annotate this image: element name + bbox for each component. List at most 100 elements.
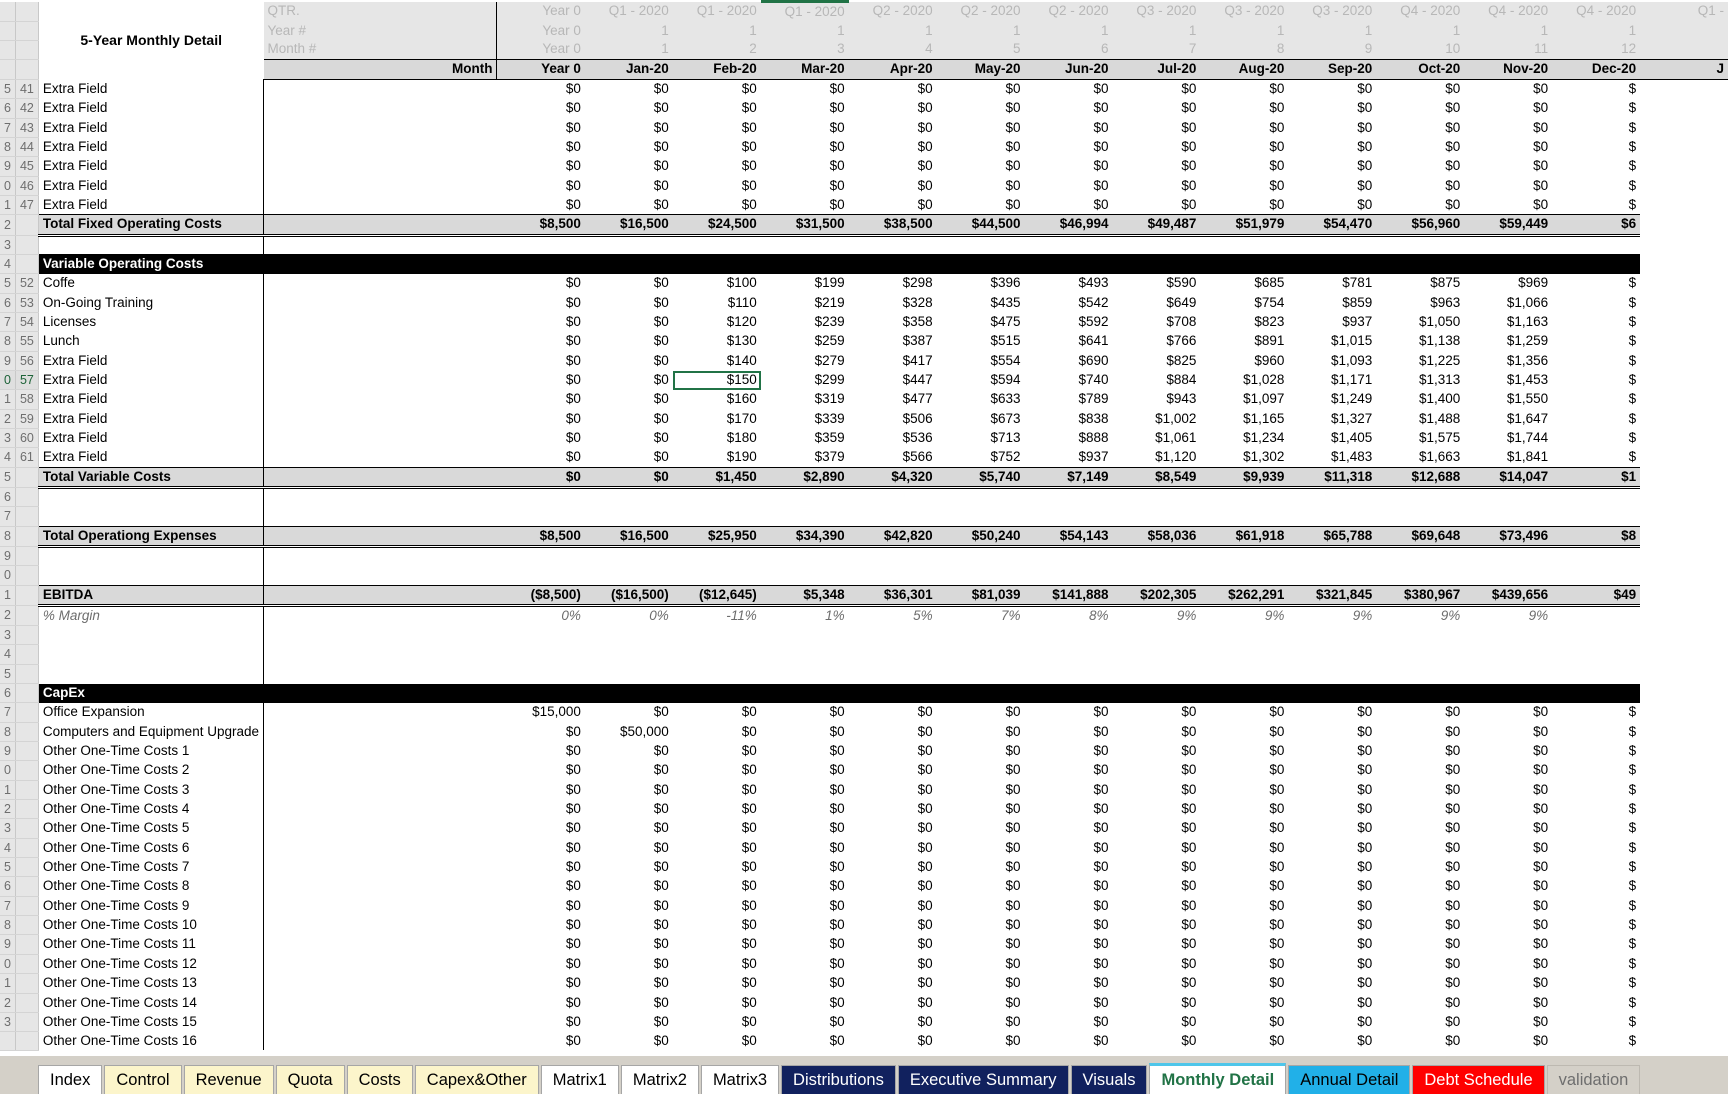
data-cell[interactable] <box>264 935 497 954</box>
data-cell[interactable]: $1,356 <box>1464 351 1552 370</box>
column-header-11[interactable]: Nov-20 <box>1464 58 1553 80</box>
data-cell[interactable]: $ <box>1552 761 1640 780</box>
total-value[interactable]: $44,500 <box>936 214 1025 237</box>
data-cell[interactable]: $0 <box>497 312 585 331</box>
total-value[interactable]: $14,047 <box>1464 466 1553 490</box>
row-gutter-a[interactable]: 8 <box>0 915 16 936</box>
data-cell[interactable]: $0 <box>585 1012 673 1031</box>
data-cell[interactable]: $0 <box>1464 722 1552 741</box>
data-cell[interactable]: $0 <box>1113 819 1201 838</box>
data-cell[interactable]: $1,453 <box>1464 371 1552 390</box>
data-cell[interactable]: $0 <box>497 99 585 118</box>
spacer-cell[interactable] <box>1376 645 1464 664</box>
data-cell[interactable] <box>264 99 497 118</box>
data-cell[interactable]: $0 <box>497 896 585 915</box>
data-cell[interactable]: $0 <box>673 780 761 799</box>
spacer-cell[interactable] <box>264 547 497 566</box>
data-cell[interactable]: $0 <box>1464 800 1552 819</box>
row-gutter-a[interactable]: 8 <box>0 526 16 548</box>
row-gutter-b[interactable]: 60 <box>15 428 39 449</box>
row-label[interactable]: Extra Field <box>38 409 265 429</box>
column-header-6[interactable]: Jun-20 <box>1024 58 1113 80</box>
row-label[interactable]: Extra Field <box>38 176 265 196</box>
spacer-cell[interactable] <box>673 664 761 683</box>
data-cell[interactable]: $50,000 <box>585 722 673 741</box>
data-cell[interactable]: $0 <box>849 176 937 195</box>
data-cell[interactable]: $0 <box>1113 838 1201 857</box>
data-cell[interactable]: $0 <box>585 703 673 722</box>
spacer-cell[interactable] <box>1113 566 1201 585</box>
row-gutter-b[interactable] <box>15 467 39 489</box>
data-cell[interactable]: $1,002 <box>1113 409 1201 428</box>
margin-value[interactable] <box>1552 606 1640 626</box>
data-cell[interactable]: $0 <box>1464 877 1552 896</box>
data-cell[interactable]: $279 <box>761 351 849 370</box>
row-label[interactable]: Extra Field <box>38 389 265 410</box>
data-cell[interactable]: $0 <box>1464 819 1552 838</box>
data-cell[interactable]: $1,061 <box>1113 429 1201 448</box>
data-cell[interactable]: $1,097 <box>1200 390 1288 409</box>
data-cell[interactable]: $0 <box>497 819 585 838</box>
data-cell[interactable]: $0 <box>1288 176 1376 195</box>
data-cell[interactable]: $0 <box>1288 974 1376 993</box>
data-cell[interactable]: $0 <box>497 429 585 448</box>
data-cell[interactable]: $180 <box>673 429 761 448</box>
data-cell[interactable]: $0 <box>1288 195 1376 214</box>
spacer-cell[interactable] <box>1288 566 1376 585</box>
total-value[interactable]: $38,500 <box>848 214 937 237</box>
data-cell[interactable]: $130 <box>673 332 761 351</box>
spacer-cell[interactable] <box>1464 566 1552 585</box>
data-cell[interactable]: $825 <box>1113 351 1201 370</box>
data-cell[interactable] <box>264 974 497 993</box>
spacer-cell[interactable] <box>673 645 761 664</box>
data-cell[interactable]: $943 <box>1113 390 1201 409</box>
data-cell[interactable]: $752 <box>937 448 1025 467</box>
row-gutter-b[interactable]: 57 <box>15 370 39 391</box>
data-cell[interactable]: $0 <box>585 935 673 954</box>
row-gutter-a[interactable]: 5 <box>0 467 16 489</box>
spacer-cell[interactable] <box>673 566 761 585</box>
row-label[interactable]: Other One-Time Costs 16 <box>38 1031 265 1051</box>
spacer-cell[interactable] <box>1288 664 1376 683</box>
data-cell[interactable]: $0 <box>1200 1032 1288 1050</box>
data-cell[interactable]: $888 <box>1025 429 1113 448</box>
data-cell[interactable]: $554 <box>937 351 1025 370</box>
total-value[interactable]: $65,788 <box>1288 525 1377 549</box>
data-cell[interactable]: $0 <box>761 819 849 838</box>
spacer-cell[interactable] <box>761 566 849 585</box>
column-header-8[interactable]: Aug-20 <box>1200 58 1289 80</box>
spacer-cell[interactable] <box>1113 507 1201 526</box>
data-cell[interactable]: $160 <box>673 390 761 409</box>
data-cell[interactable]: $0 <box>937 877 1025 896</box>
data-cell[interactable]: $0 <box>585 390 673 409</box>
row-gutter-a[interactable]: 1 <box>0 389 16 410</box>
data-cell[interactable]: $319 <box>761 390 849 409</box>
data-cell[interactable]: $0 <box>1464 974 1552 993</box>
total-value[interactable]: $8,549 <box>1112 466 1201 490</box>
data-cell[interactable] <box>264 137 497 156</box>
data-cell[interactable]: $0 <box>585 195 673 214</box>
data-cell[interactable]: $1,405 <box>1288 429 1376 448</box>
row-gutter-a[interactable]: 1 <box>0 585 16 607</box>
total-value[interactable]: $12,688 <box>1376 466 1465 490</box>
row-gutter-b[interactable] <box>15 876 39 897</box>
data-cell[interactable]: $0 <box>1113 99 1201 118</box>
data-cell[interactable]: $0 <box>849 954 937 973</box>
spacer-cell[interactable] <box>264 488 497 507</box>
data-cell[interactable]: $0 <box>849 195 937 214</box>
row-gutter-b[interactable]: 42 <box>15 98 39 119</box>
row-label[interactable]: Other One-Time Costs 10 <box>38 915 265 935</box>
total-value[interactable]: $46,994 <box>1024 214 1113 237</box>
total-value[interactable]: $0 <box>584 466 673 490</box>
data-cell[interactable]: $0 <box>1464 858 1552 877</box>
row-label[interactable]: Lunch <box>38 331 265 352</box>
total-value[interactable]: $50,240 <box>936 525 1025 549</box>
row-gutter-a[interactable] <box>0 1031 16 1051</box>
data-cell[interactable]: $ <box>1552 703 1640 722</box>
data-cell[interactable]: $0 <box>1376 195 1464 214</box>
row-gutter-b[interactable] <box>15 702 39 723</box>
data-cell[interactable]: $ <box>1552 351 1640 370</box>
row-gutter-b[interactable]: 58 <box>15 389 39 410</box>
row-gutter-a[interactable]: 5 <box>0 79 16 100</box>
data-cell[interactable]: $0 <box>585 293 673 312</box>
